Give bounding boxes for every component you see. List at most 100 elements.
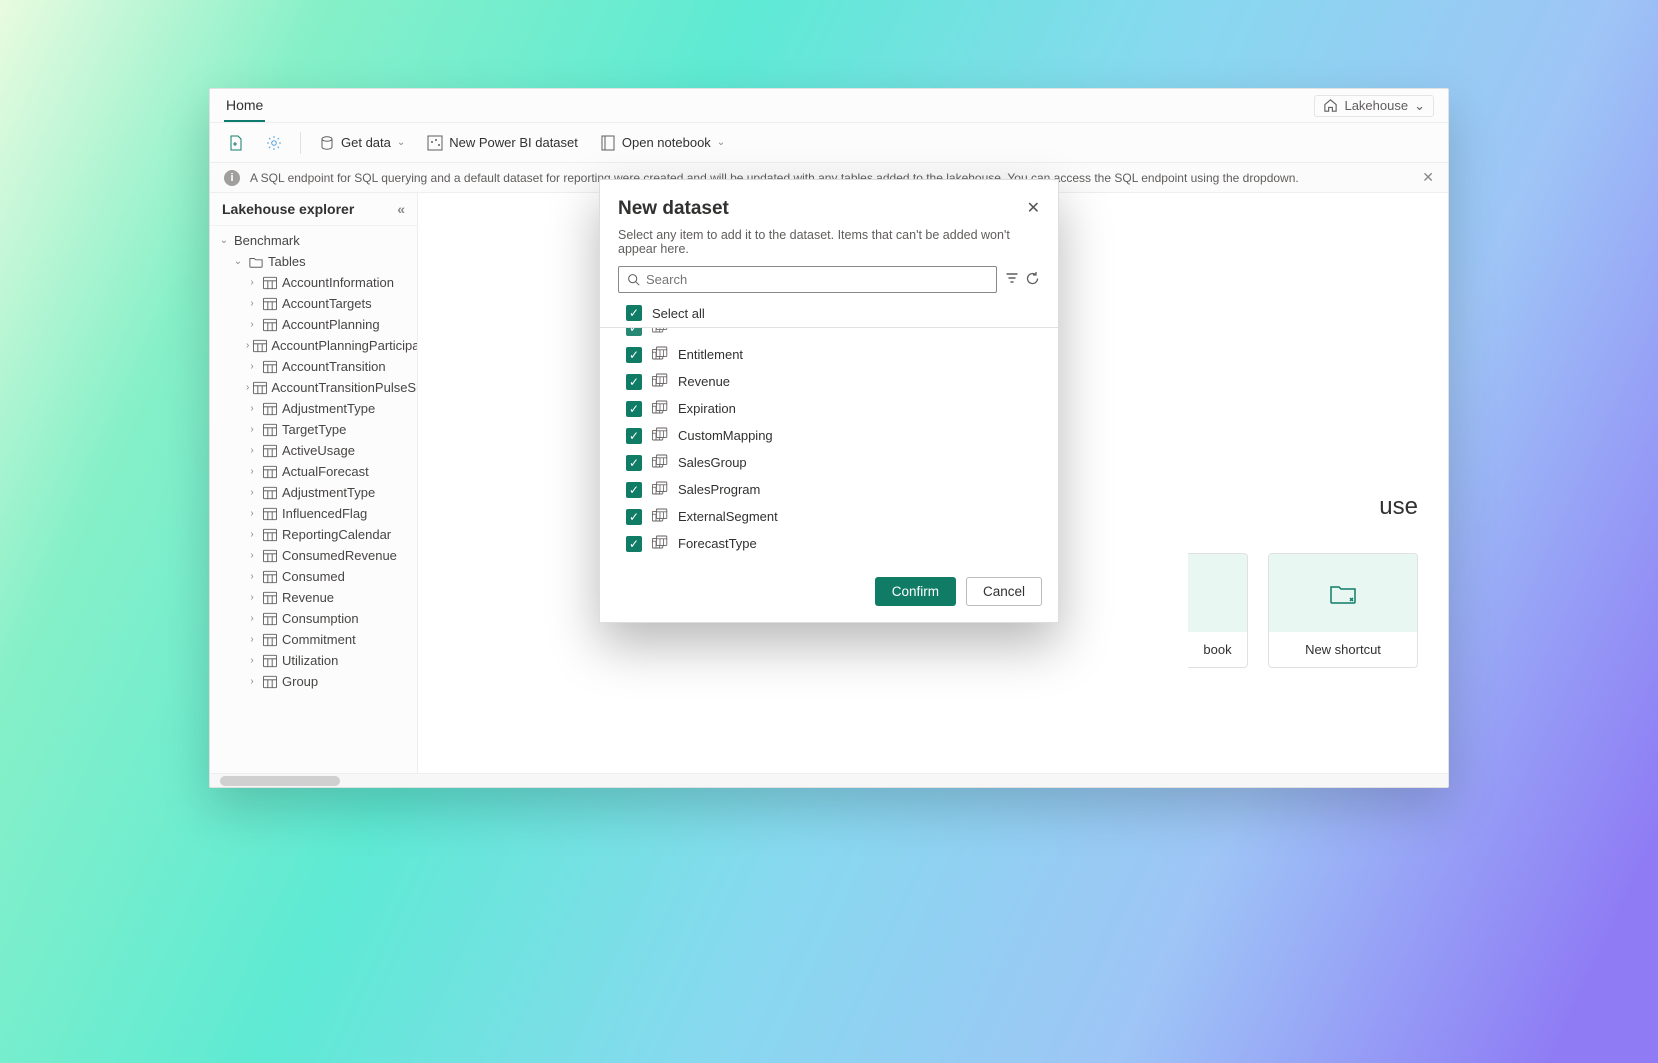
card-new-shortcut[interactable]: New shortcut bbox=[1268, 553, 1418, 668]
tab-strip: Home Lakehouse ⌄ bbox=[210, 89, 1448, 123]
tree-table-label: ActiveUsage bbox=[282, 443, 355, 458]
scrollbar-thumb[interactable] bbox=[220, 776, 340, 786]
new-dataset-dialog: New dataset ✕ Select any item to add it … bbox=[599, 179, 1059, 623]
tree-table-row[interactable]: ›AdjustmentType bbox=[210, 398, 417, 419]
filter-button[interactable] bbox=[1005, 271, 1019, 289]
dialog-search-field[interactable] bbox=[618, 266, 997, 293]
chevron-right-icon: › bbox=[246, 613, 258, 624]
cancel-button[interactable]: Cancel bbox=[966, 577, 1042, 606]
new-dataset-button[interactable]: New Power BI dataset bbox=[419, 131, 586, 155]
list-item[interactable]: ✓SalesProgram bbox=[600, 476, 1058, 503]
tree-table-row[interactable]: › Utilization bbox=[210, 650, 417, 671]
tree-table-row[interactable]: ›ActiveUsage bbox=[210, 440, 417, 461]
explorer-tree[interactable]: ⌄ Benchmark ⌄ Tables ›AccountInformation… bbox=[210, 226, 417, 773]
chevron-right-icon: › bbox=[246, 634, 258, 645]
item-checkbox[interactable]: ✓ bbox=[626, 455, 642, 471]
tree-root[interactable]: ⌄ Benchmark bbox=[210, 230, 417, 251]
dialog-items-list[interactable]: ✓ x ✓ Entitlement ✓ Revenue ✓ Expiration ✓Cust… bbox=[600, 328, 1058, 565]
horizontal-scrollbar[interactable] bbox=[210, 773, 1448, 787]
dialog-close-button[interactable]: ✕ bbox=[1027, 198, 1040, 218]
list-item[interactable]: ✓CustomMapping bbox=[600, 422, 1058, 449]
list-item[interactable]: ✓ Expiration bbox=[600, 395, 1058, 422]
view-switcher[interactable]: Lakehouse ⌄ bbox=[1314, 95, 1434, 117]
tree-table-row[interactable]: ›AccountTransition bbox=[210, 356, 417, 377]
select-all-label: Select all bbox=[652, 306, 705, 321]
item-checkbox[interactable]: ✓ bbox=[626, 509, 642, 525]
tree-table-row[interactable]: ›Group bbox=[210, 671, 417, 692]
chevron-down-icon: ⌄ bbox=[218, 235, 230, 246]
list-item[interactable]: ✓ SalesGroup bbox=[600, 449, 1058, 476]
select-all-row[interactable]: ✓ Select all bbox=[600, 299, 1058, 328]
chevron-right-icon: › bbox=[246, 277, 258, 288]
table-icon bbox=[652, 346, 668, 363]
tree-table-row[interactable]: ›Consumed bbox=[210, 566, 417, 587]
tree-table-row[interactable]: ›AccountTransitionPulseSu bbox=[210, 377, 417, 398]
tree-table-row[interactable]: ›TargetType bbox=[210, 419, 417, 440]
tree-table-row[interactable]: ›ActualForecast bbox=[210, 461, 417, 482]
tree-table-label: TargetType bbox=[282, 422, 346, 437]
chevron-right-icon: › bbox=[246, 655, 258, 666]
open-notebook-button[interactable]: Open notebook ⌄ bbox=[592, 131, 733, 155]
confirm-button[interactable]: Confirm bbox=[875, 577, 956, 606]
item-label: SalesGroup bbox=[678, 455, 747, 470]
tree-table-label: Consumed bbox=[282, 569, 345, 584]
table-icon bbox=[262, 654, 278, 668]
table-icon bbox=[262, 528, 278, 542]
tree-table-label: Utilization bbox=[282, 653, 338, 668]
tree-table-row[interactable]: ›InfluencedFlag bbox=[210, 503, 417, 524]
item-checkbox[interactable]: ✓ bbox=[626, 401, 642, 417]
table-icon bbox=[262, 612, 278, 626]
notice-close-button[interactable]: ✕ bbox=[1422, 169, 1434, 186]
chevron-right-icon: › bbox=[246, 529, 258, 540]
item-checkbox[interactable]: ✓ bbox=[626, 482, 642, 498]
new-dataset-label: New Power BI dataset bbox=[449, 135, 578, 150]
list-item[interactable]: ✓ForecastType bbox=[600, 530, 1058, 557]
select-all-checkbox[interactable]: ✓ bbox=[626, 305, 642, 321]
item-checkbox[interactable]: ✓ bbox=[626, 347, 642, 363]
item-checkbox[interactable]: ✓ bbox=[626, 374, 642, 390]
add-action-button[interactable] bbox=[220, 131, 252, 155]
table-icon bbox=[262, 675, 278, 689]
chevron-right-icon: › bbox=[246, 550, 258, 561]
chevron-down-icon: ⌄ bbox=[1414, 98, 1425, 114]
tree-table-row[interactable]: ›AccountInformation bbox=[210, 272, 417, 293]
card-notebook[interactable]: book bbox=[1188, 553, 1248, 668]
item-checkbox[interactable]: ✓ bbox=[626, 328, 642, 336]
item-label: Entitlement bbox=[678, 347, 743, 362]
tree-table-row[interactable]: ›AdjustmentType bbox=[210, 482, 417, 503]
list-item[interactable]: ✓ExternalSegment bbox=[600, 503, 1058, 530]
collapse-sidebar-button[interactable]: « bbox=[397, 201, 405, 217]
table-icon bbox=[262, 486, 278, 500]
tree-table-row[interactable]: ›AccountPlanning bbox=[210, 314, 417, 335]
get-data-button[interactable]: Get data ⌄ bbox=[311, 131, 413, 155]
tree-table-row[interactable]: ›Consumption bbox=[210, 608, 417, 629]
tree-table-row[interactable]: ›ReportingCalendar bbox=[210, 524, 417, 545]
tree-table-label: AdjustmentType bbox=[282, 401, 375, 416]
chevron-down-icon: ⌄ bbox=[232, 256, 244, 267]
table-icon bbox=[262, 360, 278, 374]
search-input[interactable] bbox=[646, 272, 988, 287]
item-checkbox[interactable]: ✓ bbox=[626, 428, 642, 444]
tree-table-row[interactable]: ›AccountTargets bbox=[210, 293, 417, 314]
card-label: New shortcut bbox=[1269, 632, 1417, 667]
item-checkbox[interactable]: ✓ bbox=[626, 536, 642, 552]
tree-folder-tables[interactable]: ⌄ Tables bbox=[210, 251, 417, 272]
tree-table-row[interactable]: ›AccountPlanningParticipa bbox=[210, 335, 417, 356]
tree-table-row[interactable]: ›ConsumedRevenue bbox=[210, 545, 417, 566]
shortcut-icon bbox=[1330, 580, 1356, 606]
chevron-right-icon: › bbox=[246, 508, 258, 519]
refresh-button[interactable] bbox=[1025, 271, 1040, 289]
tree-table-row[interactable]: ›Revenue bbox=[210, 587, 417, 608]
table-icon bbox=[262, 444, 278, 458]
open-notebook-label: Open notebook bbox=[622, 135, 711, 150]
list-item[interactable]: ✓ x bbox=[600, 328, 1058, 341]
item-label: Revenue bbox=[678, 374, 730, 389]
table-icon bbox=[262, 297, 278, 311]
tab-home[interactable]: Home bbox=[224, 89, 265, 122]
list-item[interactable]: ✓ Entitlement bbox=[600, 341, 1058, 368]
settings-action-button[interactable] bbox=[258, 131, 290, 155]
list-item[interactable]: ✓ Revenue bbox=[600, 368, 1058, 395]
table-icon bbox=[652, 535, 668, 552]
tree-table-row[interactable]: ›Commitment bbox=[210, 629, 417, 650]
item-label: Expiration bbox=[678, 401, 736, 416]
